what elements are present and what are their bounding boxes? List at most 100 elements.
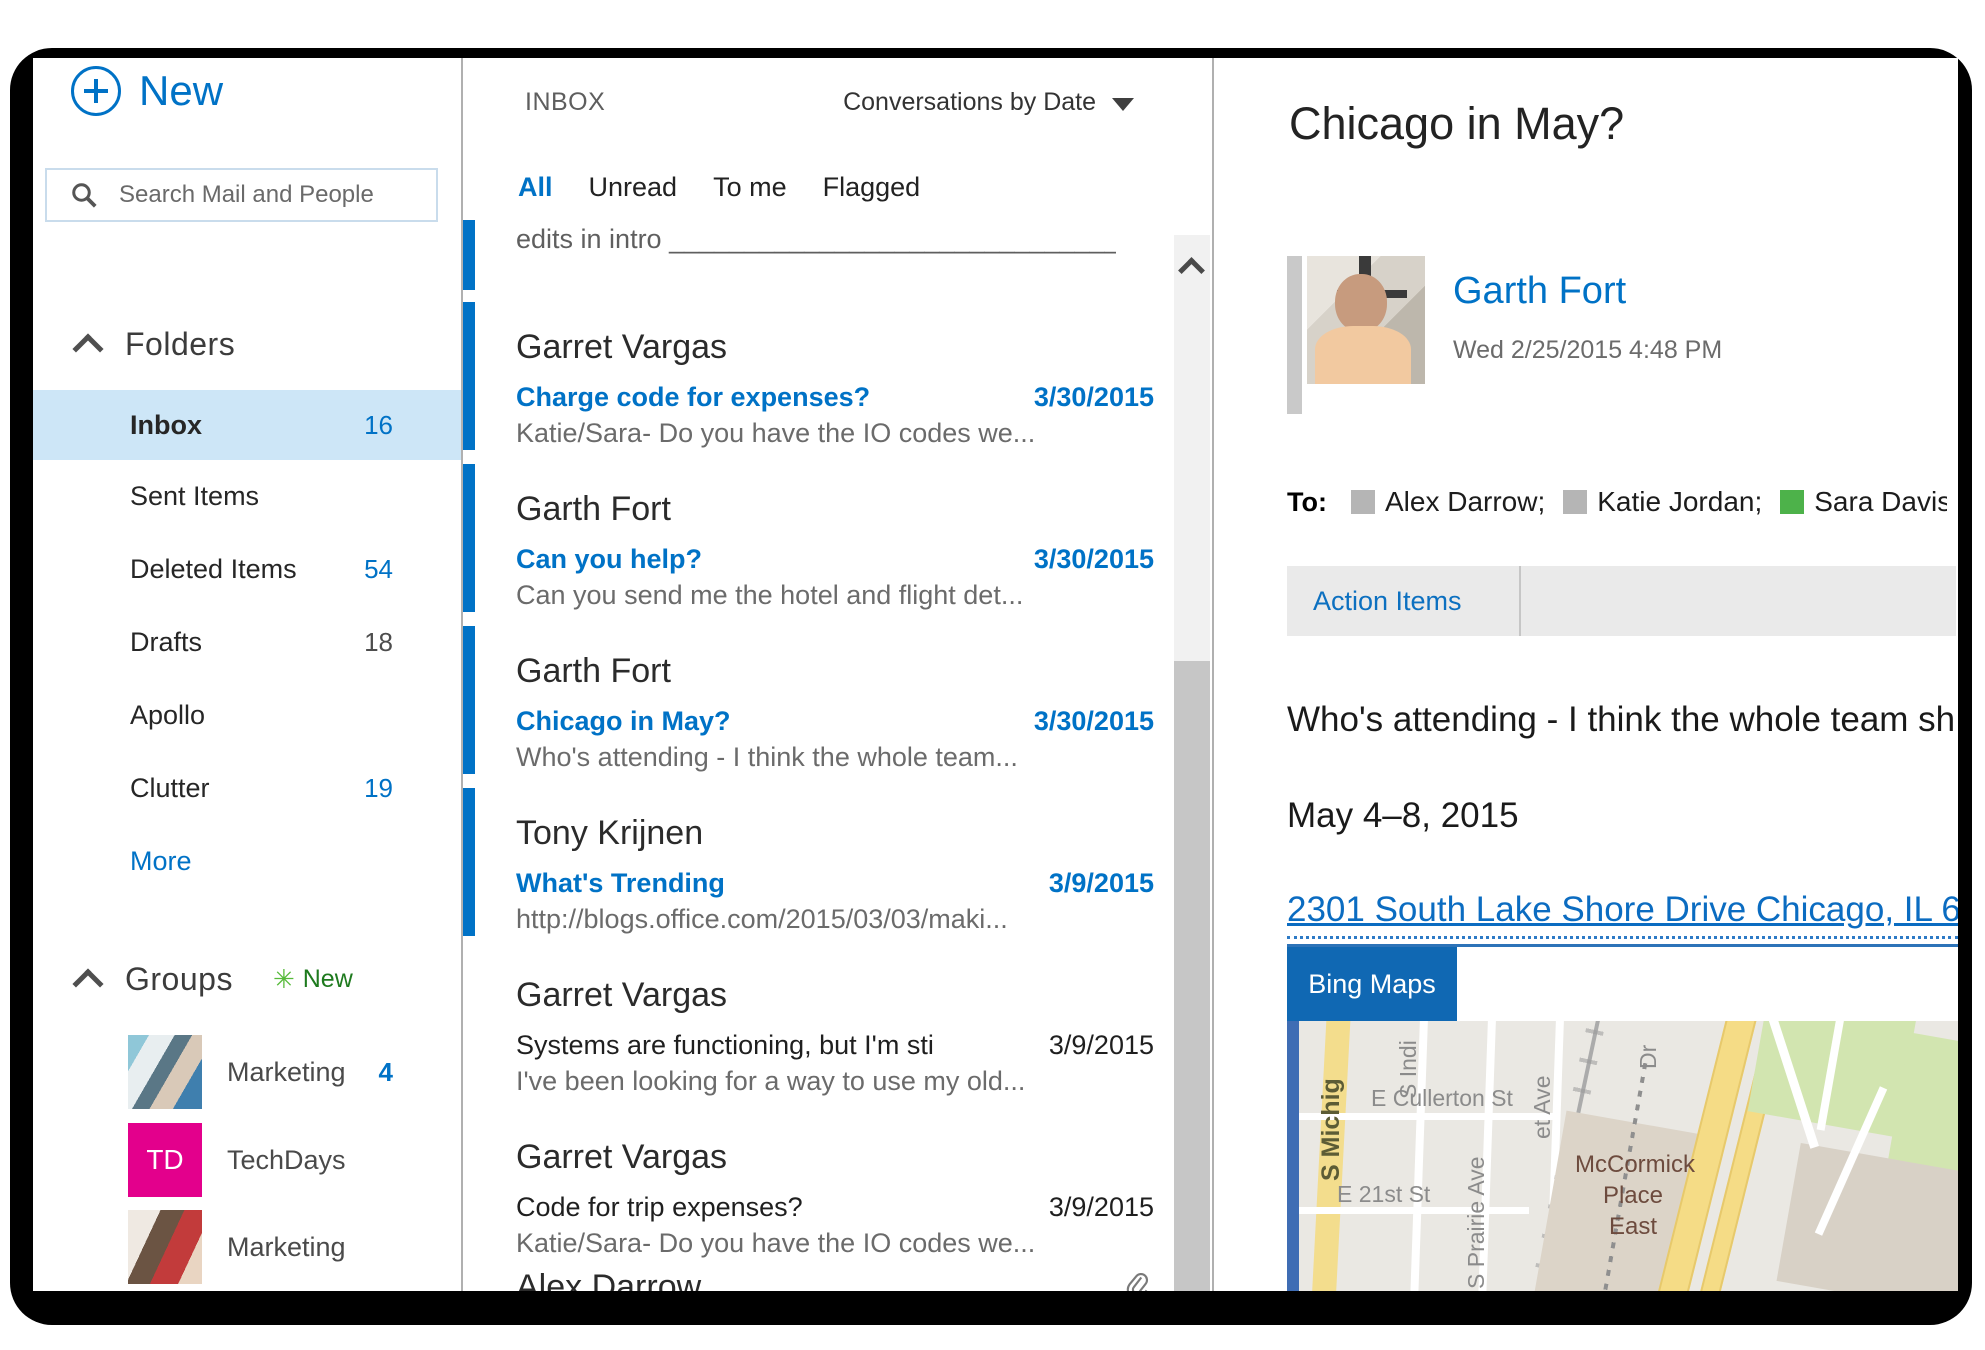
- recipient[interactable]: Katie Jordan;: [1563, 486, 1762, 518]
- filter-tab-flagged[interactable]: Flagged: [823, 172, 921, 203]
- list-item-partial-top[interactable]: edits in intro _________________________…: [463, 216, 1212, 292]
- map-left-edge: [1287, 1021, 1299, 1291]
- email-list-item[interactable]: Garth Fort Chicago in May? 3/30/2015 Who…: [463, 620, 1212, 782]
- more-label: More: [130, 846, 192, 877]
- list-item-partial-bottom[interactable]: Alex Darrow: [463, 1268, 1212, 1291]
- email-sender: Garret Vargas: [516, 1138, 727, 1177]
- email-sender: Garth Fort: [516, 490, 671, 529]
- bing-maps-tab[interactable]: Bing Maps: [1287, 947, 1457, 1021]
- email-preview: edits in intro _________________________…: [516, 224, 1116, 255]
- search-input[interactable]: Search Mail and People: [45, 168, 438, 222]
- sidebar-folder-item[interactable]: Clutter 19: [33, 752, 461, 825]
- message-list-pane: INBOX Conversations by Date All Unread To …: [463, 58, 1212, 1291]
- folders-header[interactable]: Folders: [77, 326, 235, 363]
- body-line-2: May 4–8, 2015: [1287, 796, 1519, 836]
- folder-label: Clutter: [130, 773, 210, 804]
- action-items-tab[interactable]: Action Items: [1287, 566, 1521, 636]
- sidebar-folder-item[interactable]: Sent Items: [33, 460, 461, 533]
- sidebar-folder-item[interactable]: Deleted Items 54: [33, 533, 461, 606]
- scroll-up-icon[interactable]: [1178, 257, 1205, 284]
- sort-dropdown[interactable]: Conversations by Date: [843, 88, 1134, 117]
- map-label-michigan: S Michig: [1317, 1078, 1346, 1181]
- email-preview: Katie/Sara- Do you have the IO codes we.…: [516, 1228, 1116, 1259]
- email-subject: Charge code for expenses?: [516, 382, 870, 413]
- folder-count: 54: [364, 554, 393, 585]
- email-sender: Tony Krijnen: [516, 814, 703, 853]
- folder-count: 19: [364, 773, 393, 804]
- email-subject: Code for trip expenses?: [516, 1192, 803, 1223]
- filter-tab-all[interactable]: All: [518, 172, 553, 203]
- email-sender: Garret Vargas: [516, 328, 727, 367]
- filter-tabs: All Unread To me Flagged: [518, 172, 920, 203]
- sender-presence-bar: [1287, 256, 1302, 414]
- groups-new-label: New: [303, 965, 353, 994]
- bing-map-preview[interactable]: S Michig S Indi et Ave S Prairie Ave Dr …: [1287, 1021, 1958, 1291]
- folder-label: Apollo: [130, 700, 205, 731]
- map-label-mccormick: McCormick Place East: [1575, 1149, 1691, 1243]
- email-date: 3/30/2015: [1034, 382, 1154, 413]
- groups-header[interactable]: Groups ✳ New: [77, 961, 353, 998]
- sender-avatar[interactable]: [1307, 256, 1425, 384]
- group-avatar: [128, 1035, 202, 1109]
- map-label-prairie: S Prairie Ave: [1463, 1156, 1490, 1289]
- email-subject: Can you help?: [516, 544, 702, 575]
- folders-more-link[interactable]: More: [33, 825, 461, 898]
- filter-tab-to-me[interactable]: To me: [713, 172, 787, 203]
- email-preview: I've been looking for a way to use my ol…: [516, 1066, 1116, 1097]
- recipient[interactable]: Alex Darrow;: [1351, 486, 1545, 518]
- email-subject: What's Trending: [516, 868, 725, 899]
- group-count: 4: [379, 1057, 393, 1088]
- recipient-name: Katie Jordan;: [1597, 486, 1762, 518]
- sidebar-folder-item[interactable]: Inbox 16: [33, 390, 461, 460]
- plus-circle-icon: [71, 66, 121, 116]
- folder-label: Sent Items: [130, 481, 259, 512]
- email-list-item[interactable]: Garth Fort Can you help? 3/30/2015 Can y…: [463, 458, 1212, 620]
- email-subject: Chicago in May?: [516, 706, 731, 737]
- recipients-row: To: Alex Darrow; Katie Jordan; Sara Davi…: [1287, 486, 1947, 518]
- address-link[interactable]: 2301 South Lake Shore Drive Chicago, IL …: [1287, 890, 1958, 930]
- group-avatar: [128, 1210, 202, 1284]
- email-list-item[interactable]: Tony Krijnen What's Trending 3/9/2015 ht…: [463, 782, 1212, 944]
- outlook-web-app: New Search Mail and People Folders Inbox…: [0, 0, 1985, 1350]
- email-preview: http://blogs.office.com/2015/03/03/maki.…: [516, 904, 1116, 935]
- app-content: New Search Mail and People Folders Inbox…: [33, 58, 1958, 1291]
- map-label-dr: Dr: [1635, 1045, 1662, 1069]
- map-label-21st: E 21st St: [1337, 1181, 1430, 1208]
- search-icon: [69, 180, 99, 210]
- sidebar-group-item[interactable]: Marketing 4: [33, 1033, 461, 1111]
- email-list-item[interactable]: Garret Vargas Charge code for expenses? …: [463, 296, 1212, 458]
- recipient[interactable]: Sara Davis;: [1780, 486, 1947, 518]
- folder-label: Inbox: [130, 410, 202, 441]
- apps-strip: Action Items: [1287, 566, 1956, 636]
- sidebar-group-item[interactable]: Marketing: [33, 1208, 461, 1286]
- presence-icon: [1780, 490, 1804, 514]
- email-preview: Who's attending - I think the whole team…: [516, 742, 1116, 773]
- unread-indicator: [463, 302, 475, 450]
- map-label-cullerton: E Cullerton St: [1371, 1085, 1513, 1112]
- email-subject: Systems are functioning, but I'm sti: [516, 1030, 934, 1061]
- list-scrollbar[interactable]: [1174, 235, 1210, 1291]
- email-list-item[interactable]: Garret Vargas Code for trip expenses? 3/…: [463, 1106, 1212, 1268]
- sidebar-folder-item[interactable]: Drafts 18: [33, 606, 461, 679]
- new-mail-button[interactable]: New: [71, 66, 223, 116]
- email-date: 3/30/2015: [1034, 706, 1154, 737]
- group-avatar: TD: [128, 1123, 202, 1197]
- paperclip-icon: [1124, 1270, 1150, 1291]
- email-sender: Alex Darrow: [516, 1268, 701, 1291]
- email-date: 3/9/2015: [1049, 1030, 1154, 1061]
- email-sender: Garret Vargas: [516, 976, 727, 1015]
- filter-tab-unread[interactable]: Unread: [589, 172, 678, 203]
- email-date: 3/30/2015: [1034, 544, 1154, 575]
- sender-name-link[interactable]: Garth Fort: [1453, 270, 1626, 313]
- to-label: To:: [1287, 487, 1327, 518]
- sidebar-folder-item[interactable]: Apollo: [33, 679, 461, 752]
- email-list-item[interactable]: Garret Vargas Systems are functioning, b…: [463, 944, 1212, 1106]
- sidebar-group-item[interactable]: TD TechDays: [33, 1121, 461, 1199]
- folder-count: 16: [364, 410, 393, 441]
- scrollbar-thumb[interactable]: [1174, 661, 1210, 1291]
- list-folder-title: INBOX: [525, 88, 605, 117]
- recipient-name: Sara Davis;: [1814, 486, 1947, 518]
- reading-pane: Chicago in May? Garth Fort Wed 2/25/2015…: [1214, 58, 1958, 1291]
- map-area: [1777, 1143, 1958, 1291]
- groups-title: Groups: [125, 961, 233, 998]
